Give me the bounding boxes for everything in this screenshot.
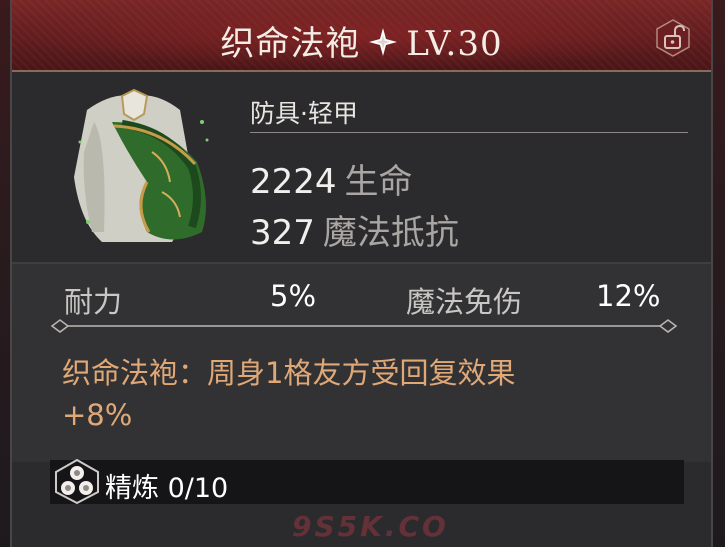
ornamental-divider	[50, 316, 678, 336]
stat-value: 327	[250, 213, 315, 253]
stat-health: 2224 生命	[250, 154, 413, 203]
stat-label: 魔法抵抗	[322, 213, 459, 253]
attribute-value-magic-immunity: 12%	[596, 279, 661, 313]
green-shawl-armor-image	[52, 82, 217, 250]
stat-magic-resist: 327 魔法抵抗	[250, 205, 459, 254]
watermark: 9S5K.CO	[292, 510, 449, 543]
refine-hexagon-icon	[52, 458, 102, 505]
refine-progress: 精炼 0/10	[105, 466, 228, 505]
item-title: 织命法袍 LV.30	[12, 16, 711, 66]
item-level: LV.30	[406, 24, 503, 64]
attribute-label-magic-immunity: 魔法免伤	[406, 285, 523, 319]
refine-value: 0/10	[167, 473, 229, 504]
sparkle-star-icon	[368, 26, 398, 66]
attribute-value-stamina: 5%	[270, 279, 317, 313]
set-effect-description: 织命法袍：周身1格友方受回复效果 +8%	[62, 352, 662, 436]
stat-value: 2224	[250, 162, 337, 202]
divider	[250, 132, 688, 133]
stat-label: 生命	[344, 162, 413, 202]
item-category: 防具·轻甲	[250, 99, 358, 128]
item-name: 织命法袍	[220, 24, 361, 64]
refine-label: 精炼	[105, 473, 159, 504]
effect-line: 织命法袍：周身1格友方受回复效果	[62, 356, 516, 390]
background-right-edge	[711, 0, 725, 547]
attribute-label-stamina: 耐力	[64, 285, 123, 319]
effect-line: +8%	[62, 398, 133, 432]
item-tooltip-card: 织命法袍 LV.30 防具·轻甲 2224 生命 327 魔法抵抗 耐力 5% …	[10, 0, 713, 547]
title-bar: 织命法袍 LV.30	[12, 0, 711, 72]
unlock-icon[interactable]	[653, 18, 693, 58]
